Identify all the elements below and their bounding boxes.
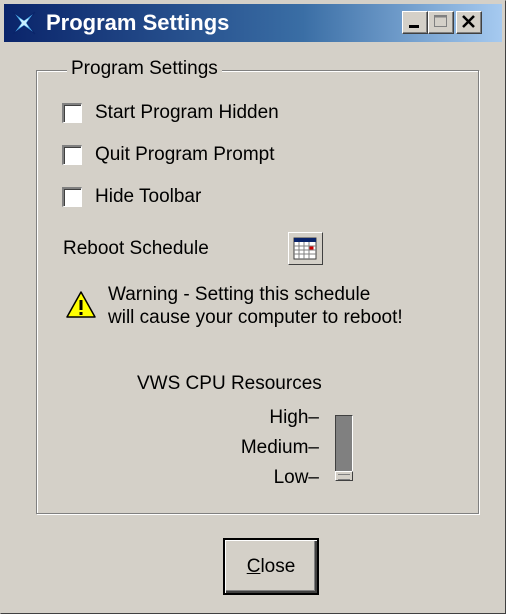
warning-triangle-icon xyxy=(66,291,96,318)
slider-label-low: Low– xyxy=(273,467,319,488)
checkbox-label: Start Program Hidden xyxy=(95,102,279,123)
group-legend: Program Settings xyxy=(67,58,222,80)
slider-label-medium: Medium– xyxy=(240,437,319,458)
cpu-resources-title: VWS CPU Resources xyxy=(137,373,322,394)
title-bar[interactable]: Program Settings xyxy=(4,4,502,42)
cpu-resources-slider-track[interactable] xyxy=(335,415,353,477)
warning-text-line1: Warning - Setting this schedule xyxy=(108,284,371,305)
minimize-icon xyxy=(409,25,419,28)
close-icon xyxy=(462,15,475,28)
window-title: Program Settings xyxy=(46,10,230,35)
reboot-schedule-label: Reboot Schedule xyxy=(63,238,209,259)
slider-label-high: High– xyxy=(269,407,319,428)
warning-text-line2: will cause your computer to reboot! xyxy=(108,307,403,328)
checkbox-label: Quit Program Prompt xyxy=(95,144,275,165)
maximize-button[interactable] xyxy=(428,11,454,34)
program-settings-window: Program Settings Program Settings Start … xyxy=(0,0,506,614)
maximize-icon xyxy=(434,15,447,27)
close-button[interactable]: Close xyxy=(223,538,319,595)
calendar-icon xyxy=(293,237,317,260)
minimize-button[interactable] xyxy=(402,11,428,34)
close-window-button[interactable] xyxy=(456,11,482,34)
checkbox-box[interactable] xyxy=(62,145,82,165)
checkbox-label: Hide Toolbar xyxy=(95,186,202,207)
cpu-resources-slider-thumb[interactable] xyxy=(335,471,353,481)
program-settings-app-icon xyxy=(12,11,36,35)
reboot-schedule-button[interactable] xyxy=(288,232,323,265)
checkbox-box[interactable] xyxy=(62,187,82,207)
checkbox-box[interactable] xyxy=(62,103,82,123)
